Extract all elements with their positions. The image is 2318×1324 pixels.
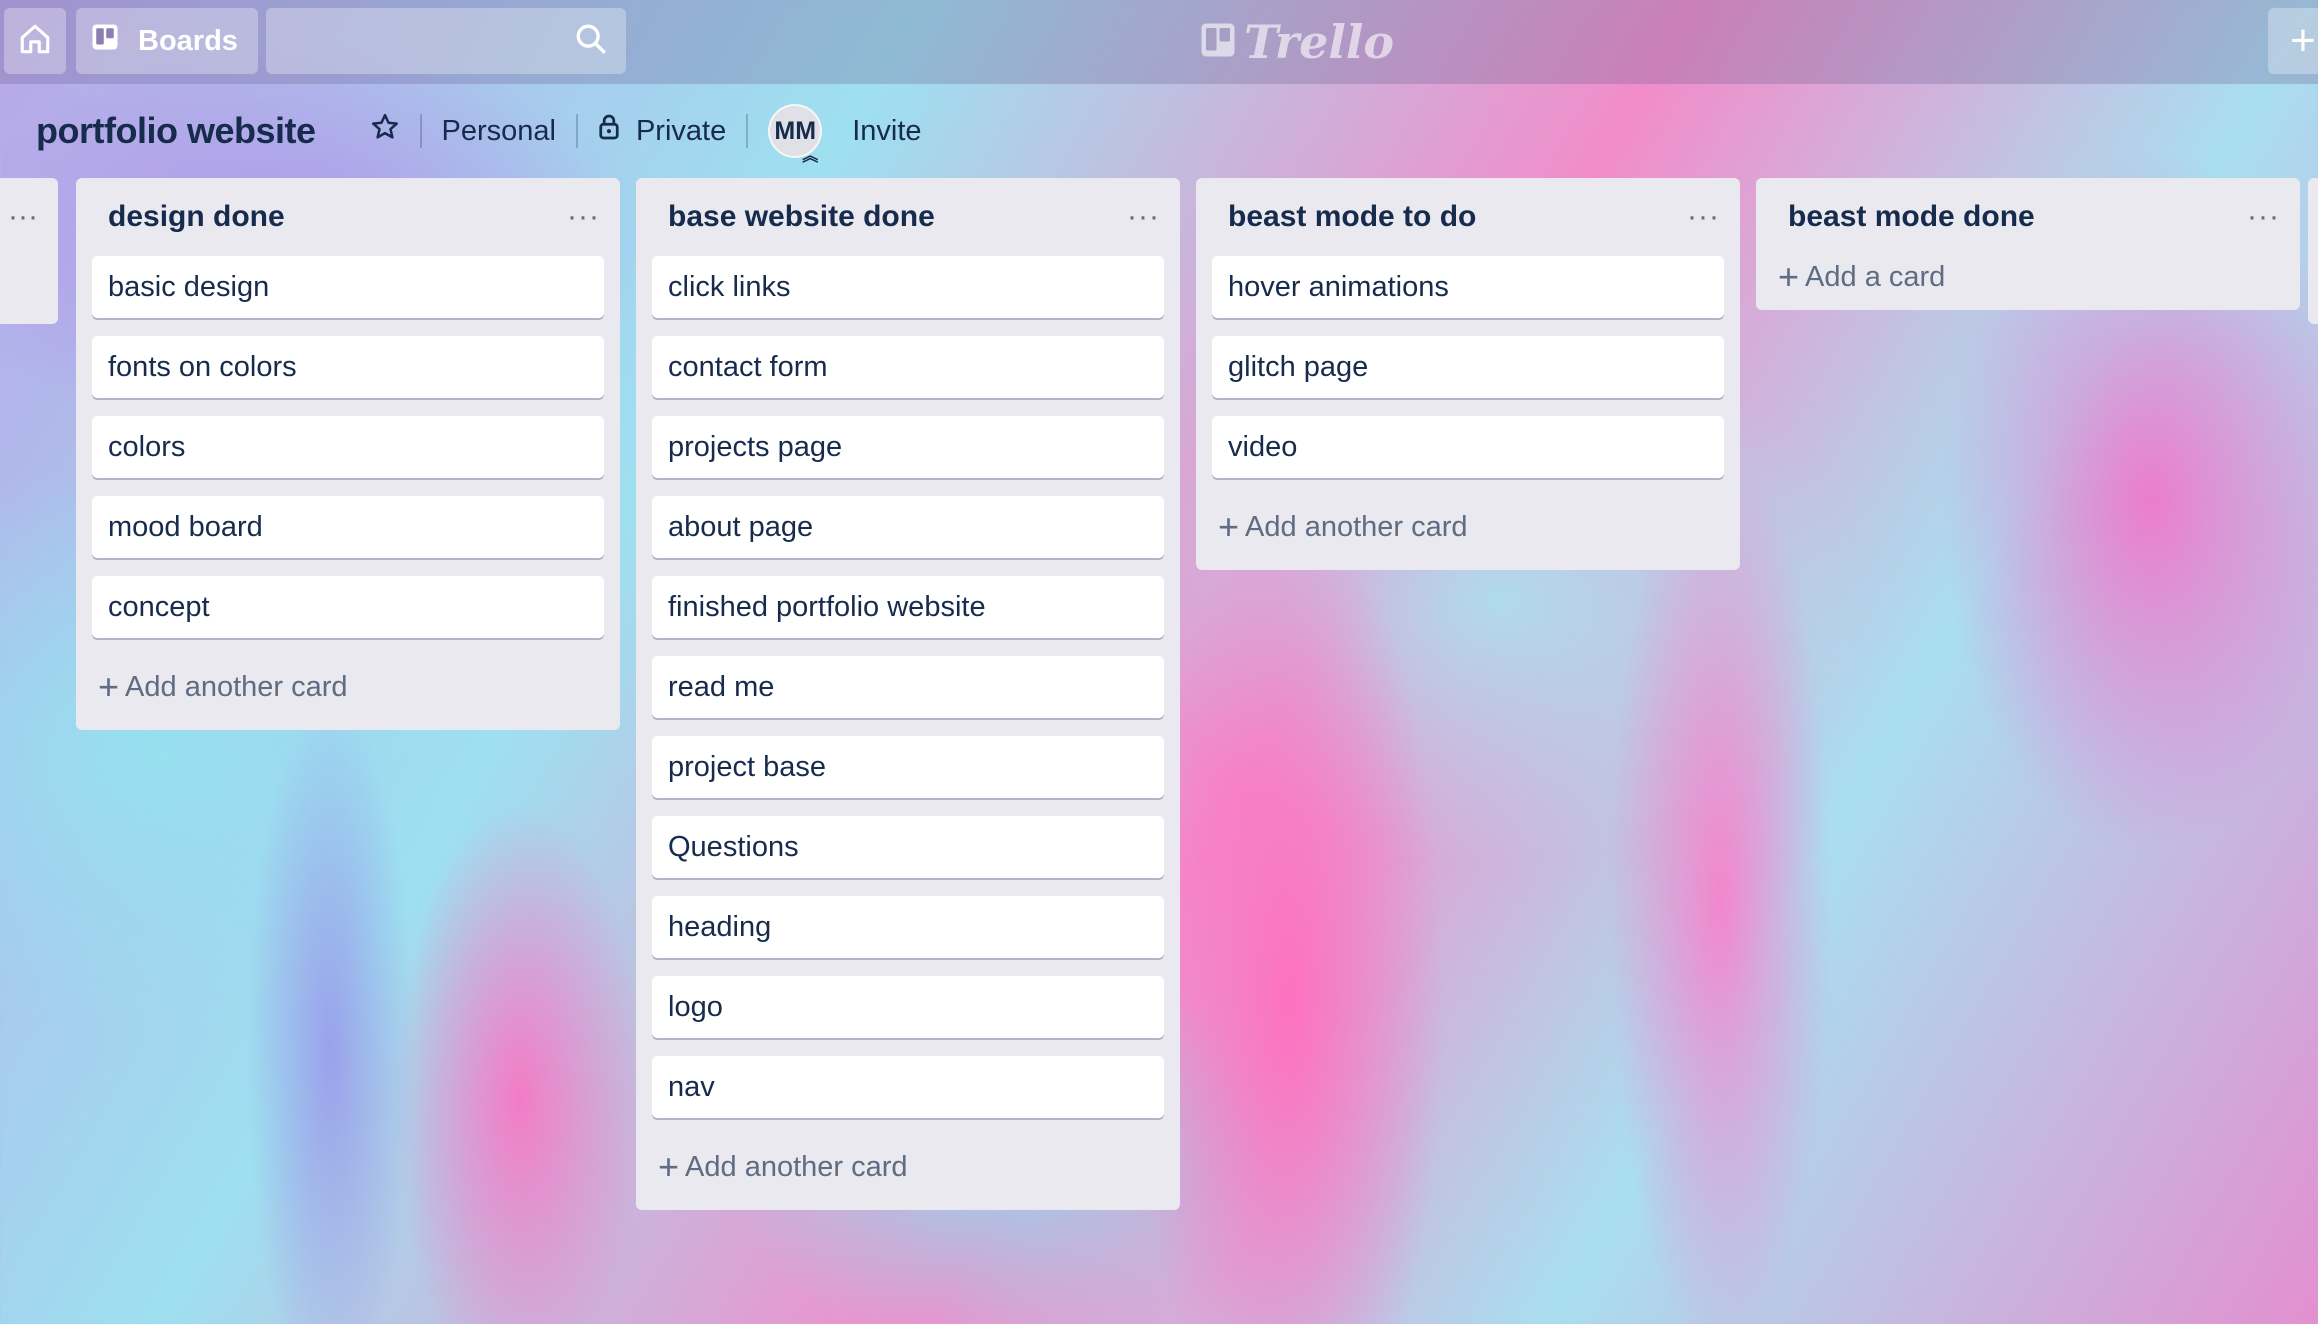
list-title[interactable]: beast mode to do	[1228, 200, 1476, 234]
list-menu-icon[interactable]: ···	[567, 200, 600, 234]
board-header: portfolio website Personal Private MM ︽ …	[0, 96, 2318, 166]
visibility-label: Private	[635, 114, 727, 147]
list-beast-mode-to-do: beast mode to do ··· hover animations gl…	[1196, 178, 1740, 570]
list-header: base website done ···	[652, 178, 1164, 256]
add-card-button[interactable]: + Add a card	[1772, 250, 2284, 304]
boards-label: Boards	[138, 24, 238, 57]
card[interactable]: finished portfolio website	[652, 576, 1164, 638]
list-header: beast mode to do ···	[1212, 178, 1724, 256]
divider	[575, 114, 578, 148]
card[interactable]: fonts on colors	[92, 336, 604, 398]
list-menu-icon[interactable]: ···	[2247, 200, 2280, 234]
card[interactable]: colors	[92, 416, 604, 478]
add-card-label: Add another card	[125, 670, 348, 703]
card[interactable]: hover animations	[1212, 256, 1724, 318]
boards-icon	[90, 22, 120, 60]
logo-text: Trello	[1244, 15, 1395, 69]
add-card-label: Add a card	[1805, 260, 1946, 293]
list-beast-mode-done: beast mode done ··· + Add a card	[1756, 178, 2300, 310]
partial-list: ···	[0, 178, 58, 324]
star-icon	[370, 112, 400, 150]
divider	[746, 114, 749, 148]
team-button[interactable]: Personal	[442, 115, 556, 148]
card[interactable]: concept	[92, 576, 604, 638]
search-icon[interactable]	[574, 22, 608, 61]
list-menu-icon[interactable]: ···	[1127, 200, 1160, 234]
card[interactable]: click links	[652, 256, 1164, 318]
visibility-button[interactable]: Private	[598, 113, 726, 149]
admin-chevron-icon: ︽	[802, 148, 819, 165]
card[interactable]: project base	[652, 736, 1164, 798]
plus-icon: +	[98, 666, 120, 707]
divider	[419, 114, 422, 148]
list-header: beast mode done ···	[1772, 178, 2284, 256]
card[interactable]: logo	[652, 976, 1164, 1038]
card[interactable]: video	[1212, 416, 1724, 478]
plus-icon: +	[2290, 16, 2316, 65]
invite-button[interactable]: Invite	[852, 115, 921, 148]
list-title[interactable]: beast mode done	[1788, 200, 2035, 234]
add-card-label: Add another card	[1245, 510, 1468, 543]
card[interactable]: projects page	[652, 416, 1164, 478]
card[interactable]: about page	[652, 496, 1164, 558]
add-card-button[interactable]: + Add another card	[1212, 496, 1724, 558]
home-button[interactable]	[4, 8, 66, 74]
list-title[interactable]: design done	[108, 200, 285, 234]
board-title[interactable]: portfolio website	[36, 110, 316, 152]
lock-icon	[598, 113, 620, 149]
top-bar: Boards Trello +	[0, 0, 2318, 84]
card[interactable]: mood board	[92, 496, 604, 558]
card[interactable]: read me	[652, 656, 1164, 718]
plus-icon: +	[1218, 506, 1240, 547]
card[interactable]: basic design	[92, 256, 604, 318]
list-design-done: design done ··· basic design fonts on co…	[76, 178, 620, 730]
card[interactable]: nav	[652, 1056, 1164, 1118]
card[interactable]: contact form	[652, 336, 1164, 398]
card[interactable]: glitch page	[1212, 336, 1724, 398]
trello-logo-icon	[1200, 15, 1236, 69]
trello-logo[interactable]: Trello	[1200, 15, 1395, 69]
list-base-website-done: base website done ··· click links contac…	[636, 178, 1180, 1210]
add-card-button[interactable]: + Add another card	[652, 1136, 1164, 1198]
list-header: design done ···	[92, 178, 604, 256]
plus-icon: +	[1778, 256, 1800, 297]
boards-button[interactable]: Boards	[76, 8, 258, 74]
card[interactable]: Questions	[652, 816, 1164, 878]
card[interactable]: heading	[652, 896, 1164, 958]
star-button[interactable]	[370, 112, 400, 150]
list-menu-icon[interactable]: ···	[8, 200, 38, 234]
add-card-label: Add another card	[685, 1150, 908, 1183]
avatar[interactable]: MM ︽	[768, 104, 823, 165]
list-title[interactable]: base website done	[668, 200, 935, 234]
create-button[interactable]: +	[2268, 8, 2318, 74]
home-icon	[18, 22, 52, 61]
search-input[interactable]	[266, 8, 626, 74]
add-card-button[interactable]: + Add another card	[92, 656, 604, 718]
list-menu-icon[interactable]: ···	[1687, 200, 1720, 234]
partial-list	[2308, 178, 2318, 324]
plus-icon: +	[658, 1146, 680, 1187]
